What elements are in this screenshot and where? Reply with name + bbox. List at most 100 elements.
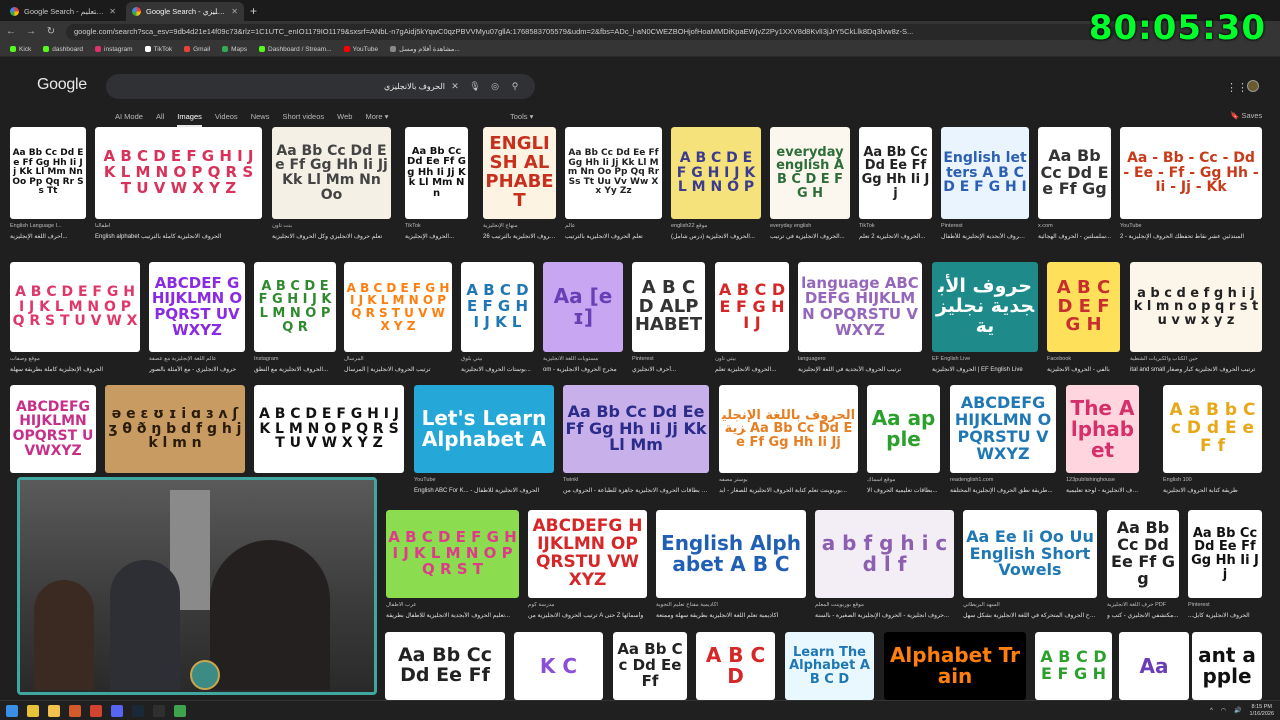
- new-tab-button[interactable]: +: [244, 4, 263, 21]
- image-result[interactable]: everyday english A B C D E F G H everyday…: [770, 127, 850, 249]
- image-thumbnail[interactable]: Aa - Bb - Cc - Dd - Ee - Ff - Gg Hh - Ii…: [1120, 127, 1262, 219]
- app-icon[interactable]: [69, 704, 81, 717]
- image-title[interactable]: اكاديمية تعلم اللغة الانجليزية بطريقة سه…: [656, 612, 806, 619]
- browser-tab[interactable]: Google Search - كلمات التعليم ✕: [4, 2, 122, 21]
- image-thumbnail[interactable]: ant apple: [1192, 632, 1262, 700]
- image-result[interactable]: Aa Bb Cc Dd Ee Ff Gg حرف اللغة الانجليزية…: [1107, 510, 1179, 628]
- image-source[interactable]: بنت تاون: [272, 223, 391, 229]
- image-result[interactable]: ABCDEFG HIJKLMN OPQRSTU VWXYZ مدرسة كوم تر…: [528, 510, 647, 628]
- image-result[interactable]: ABCDEFG HIJKLMN OPQRSTU VWXYZ readenglish…: [950, 385, 1056, 503]
- image-result[interactable]: The Alphabet 123publishinghouse الحروف الا…: [1066, 385, 1139, 503]
- image-thumbnail[interactable]: A B C D E F G H I J K L M N O P: [671, 127, 761, 219]
- image-source[interactable]: عرب الاطفال: [386, 602, 519, 608]
- image-thumbnail[interactable]: حروف الأبجدية نجليزية: [932, 262, 1038, 352]
- image-title[interactable]: English alphabet الحروف الانجليزية كاملة…: [95, 233, 262, 240]
- image-title[interactable]: أحرف اللغة الإنجليزية...: [10, 233, 86, 240]
- search-tab[interactable]: News: [251, 112, 270, 127]
- image-title[interactable]: شرح الحروف المتحركة في اللغة الانجليزية …: [963, 612, 1097, 619]
- image-title[interactable]: ترتيب الحروف الانجليزية من A حتى Z وأسما…: [528, 612, 647, 619]
- image-title[interactable]: طريقة كتابة الحروف الانجليزية: [1163, 487, 1262, 494]
- image-title[interactable]: تعلم حروف الانجليزي وكل الحروف الانجليزي…: [272, 233, 391, 240]
- image-title[interactable]: الحروف الانجليزية في ترتيب...: [770, 233, 850, 240]
- image-thumbnail[interactable]: Aa Bb Cc Dd Ee Ff Gg Hh Ii Jj: [859, 127, 932, 219]
- image-thumbnail[interactable]: Aa Bb Cc Dd Ee Ff: [613, 632, 687, 700]
- image-source[interactable]: السهد البريطاني: [963, 602, 1097, 608]
- image-title[interactable]: الحروف الانجليزية - لوحة تعليمية...: [1066, 487, 1139, 494]
- image-source[interactable]: موقع بوربوينت المعلم: [815, 602, 954, 608]
- image-thumbnail[interactable]: A B C D E F G H I J K L M N O P Q R S T …: [254, 385, 404, 473]
- image-thumbnail[interactable]: everyday english A B C D E F G H: [770, 127, 850, 219]
- camera-lens-icon[interactable]: ◎: [485, 81, 505, 92]
- image-source[interactable]: Pinterest: [941, 223, 1029, 229]
- image-title[interactable]: حروف انجليزية - الحروف الإنجليزية الصغير…: [815, 612, 954, 619]
- image-thumbnail[interactable]: ABCDEFG HIJKLMN OPQRST UVWXYZ: [10, 385, 96, 473]
- image-source[interactable]: Pinterest: [1188, 602, 1262, 608]
- image-thumbnail[interactable]: Aa apple: [867, 385, 940, 473]
- image-result[interactable]: Aa Bb Cc Dd Ee Ff Gg Hh Ii Jj TikTok الحرو…: [859, 127, 932, 249]
- image-thumbnail[interactable]: A B C D E F G H I J K L M N O P Q R S T …: [10, 262, 140, 352]
- image-thumbnail[interactable]: A B C D: [696, 632, 775, 700]
- close-tab-icon[interactable]: ✕: [109, 7, 116, 16]
- image-result[interactable]: Aa Bb Cc Dd Ee Ff Gg Hh Ii Jj Kk Ll Mm N…: [565, 127, 662, 249]
- image-thumbnail[interactable]: Aa Bb Cc Dd Ee Ff Gg Hh Ii Jj: [1188, 510, 1262, 598]
- image-title[interactable]: الحروف الإنجليزية...: [405, 233, 468, 240]
- image-result[interactable]: Aa Bb Cc Dd Ee Ff Gg Hh Ii Jj Pinterest..…: [1188, 510, 1262, 628]
- image-thumbnail[interactable]: a b c d e f g h i j k l m n o p q r s t …: [1130, 262, 1262, 352]
- image-source[interactable]: TikTok: [859, 223, 932, 229]
- search-box[interactable]: ✕ 🎙 ◎ ⚲: [106, 74, 535, 99]
- image-thumbnail[interactable]: ABCDEFG HIJKLMN OPQRSTU VWXYZ: [528, 510, 647, 598]
- terminal-icon[interactable]: [153, 704, 165, 717]
- image-title[interactable]: الحروف الانجليزية مع النطق...: [254, 366, 336, 373]
- windows-icon[interactable]: [6, 704, 18, 717]
- image-result[interactable]: A B C D E F G H I J K L M N O P Q R S T …: [10, 262, 140, 382]
- image-result[interactable]: A a B b C c D d E e F f English 100 طريقة …: [1163, 385, 1262, 503]
- bookmark-item[interactable]: YouTube: [343, 46, 378, 53]
- image-source[interactable]: المرسال: [344, 356, 452, 362]
- saves-button[interactable]: 🔖 Saves: [1230, 111, 1262, 120]
- image-thumbnail[interactable]: a b f g h i c d l f: [815, 510, 954, 598]
- search-tab[interactable]: Videos: [215, 112, 238, 127]
- image-title[interactable]: الحروف الأبجدية الإنجليزية للأطفال...: [941, 233, 1029, 240]
- image-thumbnail[interactable]: English Alphabet A B C: [656, 510, 806, 598]
- volume-icon[interactable]: 🔊: [1234, 707, 1241, 714]
- image-title[interactable]: بطاقات الحروف الانجليزية جاهزة للطباعة -…: [563, 487, 709, 494]
- wifi-icon[interactable]: ◠: [1221, 707, 1226, 714]
- image-title[interactable]: ترتيب الحروف الأبجدية في اللغة الإنجليزي…: [798, 366, 922, 373]
- close-tab-icon[interactable]: ✕: [231, 7, 238, 16]
- image-thumbnail[interactable]: Aa: [1119, 632, 1189, 700]
- search-tab[interactable]: Web: [337, 112, 352, 127]
- image-source[interactable]: readenglish1.com: [950, 477, 1056, 483]
- image-source[interactable]: منهاج الإنجليزية: [483, 223, 556, 229]
- image-result[interactable]: Aa Bb Cc Dd Ee Ff Gg Hh Ii Jj Kk Ll Mm Tw…: [563, 385, 709, 503]
- search-tab[interactable]: All: [156, 112, 164, 127]
- image-thumbnail[interactable]: ABCDEF GHIJKLMN OPQRST UVWXYZ: [149, 262, 245, 352]
- image-title[interactable]: بوربوينت تعلم كتابة الحروف الانجليزية لل…: [719, 487, 858, 494]
- discord-icon[interactable]: [111, 704, 123, 717]
- forward-icon[interactable]: →: [26, 26, 36, 37]
- address-bar[interactable]: google.com/search?sca_esv=9db4d21e14f09c…: [66, 23, 1114, 40]
- bookmark-item[interactable]: مشاهدة أفلام ومسل...: [390, 45, 460, 53]
- clear-icon[interactable]: ✕: [445, 81, 465, 92]
- image-result[interactable]: A B C D E F G H Facebook بالفي - الحروف ال…: [1047, 262, 1120, 382]
- image-thumbnail[interactable]: K C: [514, 632, 603, 700]
- bookmark-item[interactable]: Gmail: [184, 46, 210, 53]
- image-title[interactable]: حروف الانجليزي - مع الأمثلة بالصور: [149, 366, 245, 373]
- image-result[interactable]: الحروف باللغة الإنجليزية Aa Bb Cc Dd Ee …: [719, 385, 858, 503]
- image-source[interactable]: YouTube: [414, 477, 554, 483]
- image-source[interactable]: Twinkl: [563, 477, 709, 483]
- search-tab[interactable]: Short videos: [282, 112, 324, 127]
- image-source[interactable]: EF English Live: [932, 356, 1038, 362]
- image-thumbnail[interactable]: Aa [eɪ]: [543, 262, 623, 352]
- image-source[interactable]: 123publishinghouse: [1066, 477, 1139, 483]
- browser-tab[interactable]: Google Search - الحروف بالانجليزي ✕: [126, 2, 244, 21]
- image-title[interactable]: الحروف الانجليزية تعلم...: [715, 366, 789, 373]
- image-source[interactable]: Facebook: [1047, 356, 1120, 362]
- bookmark-item[interactable]: TikTok: [144, 46, 172, 53]
- image-source[interactable]: موقع اسماك: [867, 477, 940, 483]
- image-source[interactable]: english22 موقع: [671, 223, 761, 229]
- image-thumbnail[interactable]: Aa Bb Cc Dd Ee Ff Gg: [1107, 510, 1179, 598]
- image-source[interactable]: Pinterest: [632, 356, 705, 362]
- image-thumbnail[interactable]: Let's Learn Alphabet A: [414, 385, 554, 473]
- image-thumbnail[interactable]: Aa Bb Cc Dd Ee Ff Gg Hh Ii Jj Kk Ll Mm N…: [10, 127, 86, 219]
- image-result[interactable]: ENGLISH ALPHABET منهاج الإنجليزية الحروف ا…: [483, 127, 556, 249]
